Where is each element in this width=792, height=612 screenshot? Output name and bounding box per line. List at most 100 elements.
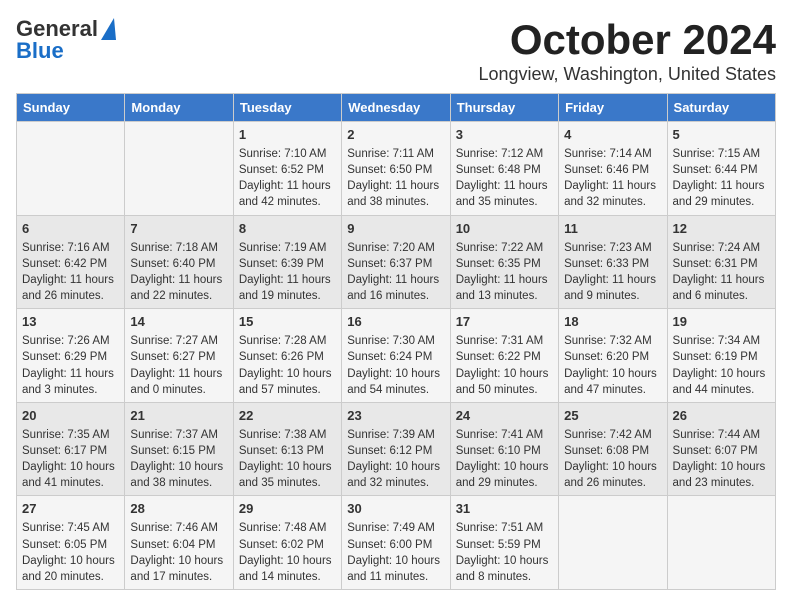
week-row-5: 27Sunrise: 7:45 AMSunset: 6:05 PMDayligh… <box>17 496 776 590</box>
sunset-text: Sunset: 6:12 PM <box>347 443 444 459</box>
sunset-text: Sunset: 6:48 PM <box>456 162 553 178</box>
day-number: 5 <box>673 126 770 144</box>
sunrise-text: Sunrise: 7:48 AM <box>239 520 336 536</box>
cell-1-3: 9Sunrise: 7:20 AMSunset: 6:37 PMDaylight… <box>342 215 450 309</box>
cell-3-2: 22Sunrise: 7:38 AMSunset: 6:13 PMDayligh… <box>233 402 341 496</box>
sunset-text: Sunset: 6:00 PM <box>347 537 444 553</box>
cell-2-5: 18Sunrise: 7:32 AMSunset: 6:20 PMDayligh… <box>559 309 667 403</box>
col-friday: Friday <box>559 94 667 122</box>
cell-4-0: 27Sunrise: 7:45 AMSunset: 6:05 PMDayligh… <box>17 496 125 590</box>
sunset-text: Sunset: 5:59 PM <box>456 537 553 553</box>
day-number: 31 <box>456 500 553 518</box>
daylight-text: Daylight: 11 hours and 6 minutes. <box>673 272 770 304</box>
daylight-text: Daylight: 10 hours and 54 minutes. <box>347 366 444 398</box>
sunset-text: Sunset: 6:05 PM <box>22 537 119 553</box>
col-wednesday: Wednesday <box>342 94 450 122</box>
cell-3-4: 24Sunrise: 7:41 AMSunset: 6:10 PMDayligh… <box>450 402 558 496</box>
sunset-text: Sunset: 6:29 PM <box>22 349 119 365</box>
sunset-text: Sunset: 6:44 PM <box>673 162 770 178</box>
sunset-text: Sunset: 6:37 PM <box>347 256 444 272</box>
cell-2-2: 15Sunrise: 7:28 AMSunset: 6:26 PMDayligh… <box>233 309 341 403</box>
sunrise-text: Sunrise: 7:39 AM <box>347 427 444 443</box>
sunrise-text: Sunrise: 7:10 AM <box>239 146 336 162</box>
cell-0-3: 2Sunrise: 7:11 AMSunset: 6:50 PMDaylight… <box>342 122 450 216</box>
daylight-text: Daylight: 11 hours and 42 minutes. <box>239 178 336 210</box>
logo: General Blue <box>16 16 116 64</box>
daylight-text: Daylight: 10 hours and 50 minutes. <box>456 366 553 398</box>
cell-0-1 <box>125 122 233 216</box>
sunrise-text: Sunrise: 7:22 AM <box>456 240 553 256</box>
daylight-text: Daylight: 10 hours and 44 minutes. <box>673 366 770 398</box>
day-number: 14 <box>130 313 227 331</box>
cell-1-6: 12Sunrise: 7:24 AMSunset: 6:31 PMDayligh… <box>667 215 775 309</box>
cell-1-5: 11Sunrise: 7:23 AMSunset: 6:33 PMDayligh… <box>559 215 667 309</box>
daylight-text: Daylight: 11 hours and 35 minutes. <box>456 178 553 210</box>
day-number: 8 <box>239 220 336 238</box>
sunset-text: Sunset: 6:07 PM <box>673 443 770 459</box>
sunset-text: Sunset: 6:50 PM <box>347 162 444 178</box>
sunrise-text: Sunrise: 7:19 AM <box>239 240 336 256</box>
col-saturday: Saturday <box>667 94 775 122</box>
daylight-text: Daylight: 10 hours and 23 minutes. <box>673 459 770 491</box>
week-row-1: 1Sunrise: 7:10 AMSunset: 6:52 PMDaylight… <box>17 122 776 216</box>
day-number: 25 <box>564 407 661 425</box>
sunset-text: Sunset: 6:20 PM <box>564 349 661 365</box>
daylight-text: Daylight: 11 hours and 13 minutes. <box>456 272 553 304</box>
sunrise-text: Sunrise: 7:51 AM <box>456 520 553 536</box>
sunrise-text: Sunrise: 7:15 AM <box>673 146 770 162</box>
daylight-text: Daylight: 10 hours and 14 minutes. <box>239 553 336 585</box>
daylight-text: Daylight: 10 hours and 26 minutes. <box>564 459 661 491</box>
cell-1-1: 7Sunrise: 7:18 AMSunset: 6:40 PMDaylight… <box>125 215 233 309</box>
sunrise-text: Sunrise: 7:18 AM <box>130 240 227 256</box>
sunset-text: Sunset: 6:04 PM <box>130 537 227 553</box>
day-number: 21 <box>130 407 227 425</box>
cell-0-2: 1 Sunrise: 7:10 AMSunset: 6:52 PMDaylight… <box>233 122 341 216</box>
sunrise-text: Sunrise: 7:41 AM <box>456 427 553 443</box>
day-number: 9 <box>347 220 444 238</box>
week-row-3: 13Sunrise: 7:26 AMSunset: 6:29 PMDayligh… <box>17 309 776 403</box>
sunset-text: Sunset: 6:15 PM <box>130 443 227 459</box>
day-number: 26 <box>673 407 770 425</box>
cell-3-6: 26Sunrise: 7:44 AMSunset: 6:07 PMDayligh… <box>667 402 775 496</box>
sunrise-text: Sunrise: 7:38 AM <box>239 427 336 443</box>
cell-3-5: 25Sunrise: 7:42 AMSunset: 6:08 PMDayligh… <box>559 402 667 496</box>
day-number: 7 <box>130 220 227 238</box>
day-number: 20 <box>22 407 119 425</box>
day-number: 1 <box>239 126 336 144</box>
day-number: 24 <box>456 407 553 425</box>
day-number: 15 <box>239 313 336 331</box>
sunset-text: Sunset: 6:02 PM <box>239 537 336 553</box>
col-sunday: Sunday <box>17 94 125 122</box>
daylight-text: Daylight: 11 hours and 22 minutes. <box>130 272 227 304</box>
daylight-text: Daylight: 10 hours and 20 minutes. <box>22 553 119 585</box>
daylight-text: Daylight: 10 hours and 8 minutes. <box>456 553 553 585</box>
sunrise-text: Sunrise: 7:14 AM <box>564 146 661 162</box>
cell-2-0: 13Sunrise: 7:26 AMSunset: 6:29 PMDayligh… <box>17 309 125 403</box>
daylight-text: Daylight: 10 hours and 17 minutes. <box>130 553 227 585</box>
sunset-text: Sunset: 6:52 PM <box>239 162 336 178</box>
daylight-text: Daylight: 11 hours and 0 minutes. <box>130 366 227 398</box>
cell-0-4: 3Sunrise: 7:12 AMSunset: 6:48 PMDaylight… <box>450 122 558 216</box>
sunrise-text: Sunrise: 7:34 AM <box>673 333 770 349</box>
day-number: 6 <box>22 220 119 238</box>
cell-4-5 <box>559 496 667 590</box>
sunset-text: Sunset: 6:26 PM <box>239 349 336 365</box>
title-block: October 2024 Longview, Washington, Unite… <box>478 16 776 85</box>
day-number: 12 <box>673 220 770 238</box>
sunset-text: Sunset: 6:33 PM <box>564 256 661 272</box>
page-header: General Blue October 2024 Longview, Wash… <box>16 16 776 85</box>
sunrise-text: Sunrise: 7:46 AM <box>130 520 227 536</box>
sunrise-text: Sunrise: 7:32 AM <box>564 333 661 349</box>
sunset-text: Sunset: 6:46 PM <box>564 162 661 178</box>
sunrise-text: Sunrise: 7:37 AM <box>130 427 227 443</box>
cell-4-1: 28Sunrise: 7:46 AMSunset: 6:04 PMDayligh… <box>125 496 233 590</box>
cell-0-5: 4Sunrise: 7:14 AMSunset: 6:46 PMDaylight… <box>559 122 667 216</box>
page-subtitle: Longview, Washington, United States <box>478 64 776 85</box>
day-number: 27 <box>22 500 119 518</box>
sunset-text: Sunset: 6:35 PM <box>456 256 553 272</box>
sunrise-text: Sunrise: 7:31 AM <box>456 333 553 349</box>
sunset-text: Sunset: 6:31 PM <box>673 256 770 272</box>
sunrise-text: Sunrise: 7:12 AM <box>456 146 553 162</box>
cell-2-3: 16Sunrise: 7:30 AMSunset: 6:24 PMDayligh… <box>342 309 450 403</box>
day-number: 30 <box>347 500 444 518</box>
